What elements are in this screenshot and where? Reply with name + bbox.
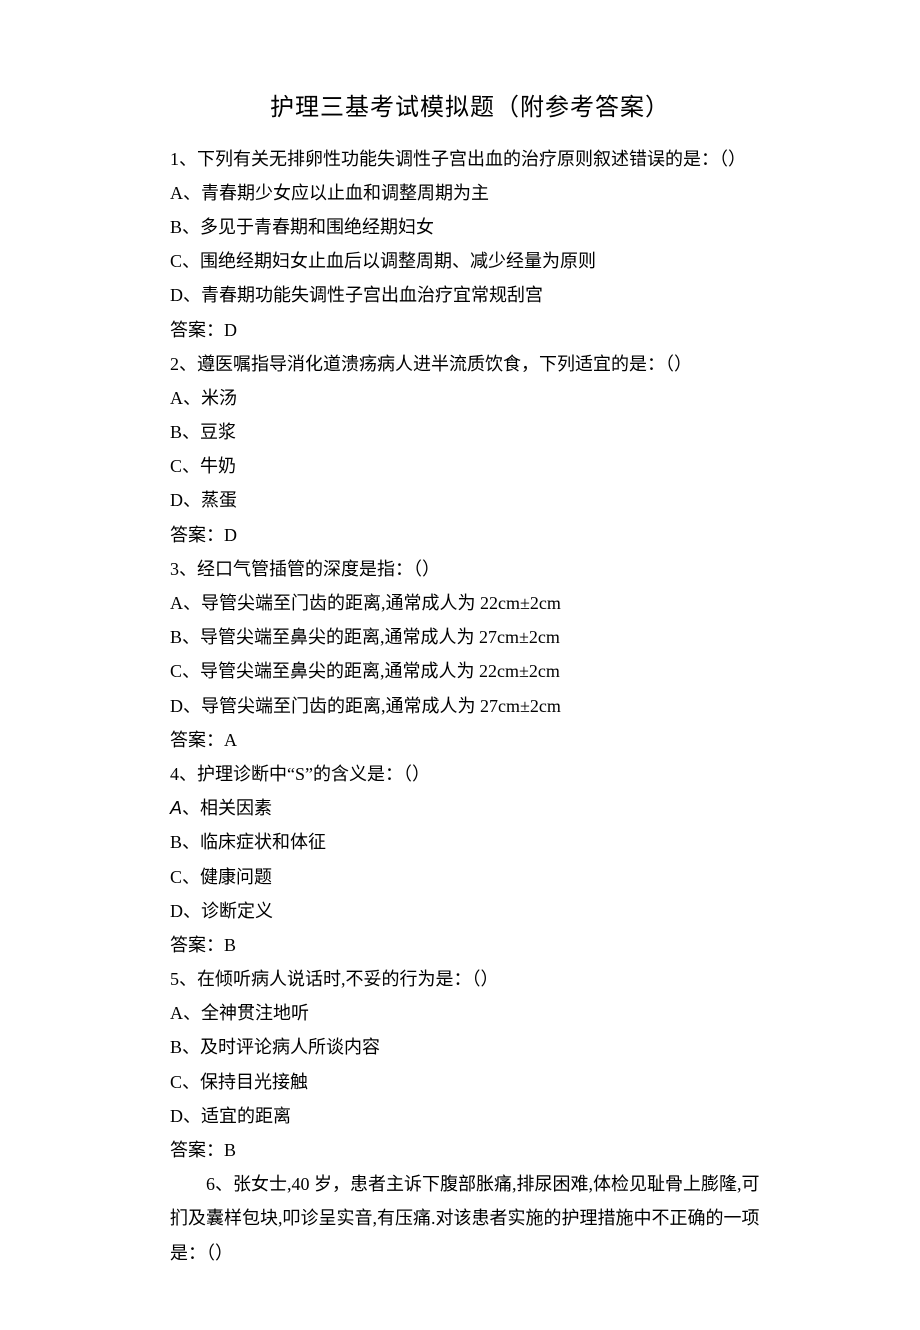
q1-option-c: C、围绝经期妇女止血后以调整周期、减少经量为原则 [170,244,770,278]
question-1: 1、下列有关无排卵性功能失调性子宫出血的治疗原则叙述错误的是：（） A、青春期少… [170,142,770,347]
q2-option-c: C、牛奶 [170,449,770,483]
q4-option-a-letter: A [170,798,182,818]
document-title: 护理三基考试模拟题（附参考答案） [170,86,770,132]
q4-option-a: A、相关因素 [170,791,770,825]
q3-option-a: A、导管尖端至门齿的距离,通常成人为 22cm±2cm [170,586,770,620]
q5-option-d: D、适宜的距离 [170,1099,770,1133]
q3-stem: 3、经口气管插管的深度是指：（） [170,552,770,586]
q4-option-c: C、健康问题 [170,860,770,894]
q5-answer: 答案：B [170,1133,770,1167]
q3-option-b: B、导管尖端至鼻尖的距离,通常成人为 27cm±2cm [170,620,770,654]
q5-option-c: C、保持目光接触 [170,1065,770,1099]
question-4: 4、护理诊断中“S”的含义是：（） A、相关因素 B、临床症状和体征 C、健康问… [170,757,770,962]
q1-answer: 答案：D [170,313,770,347]
q3-option-d: D、导管尖端至门齿的距离,通常成人为 27cm±2cm [170,689,770,723]
q1-option-a: A、青春期少女应以止血和调整周期为主 [170,176,770,210]
q4-stem: 4、护理诊断中“S”的含义是：（） [170,757,770,791]
q1-option-d: D、青春期功能失调性子宫出血治疗宜常规刮宫 [170,278,770,312]
q5-stem: 5、在倾听病人说话时,不妥的行为是：（） [170,962,770,996]
question-6: 6、张女士,40 岁，患者主诉下腹部胀痛,排尿困难,体检见耻骨上膨隆,可 扪及囊… [170,1167,770,1270]
q2-option-b: B、豆浆 [170,415,770,449]
q5-option-b: B、及时评论病人所谈内容 [170,1030,770,1064]
q6-stem-line3: 是：（） [170,1236,770,1270]
q6-stem-line2: 扪及囊样包块,叩诊呈实音,有压痛.对该患者实施的护理措施中不正确的一项 [170,1201,770,1235]
question-2: 2、遵医嘱指导消化道溃疡病人进半流质饮食，下列适宜的是：（） A、米汤 B、豆浆… [170,347,770,552]
q2-option-d: D、蒸蛋 [170,483,770,517]
q2-stem: 2、遵医嘱指导消化道溃疡病人进半流质饮食，下列适宜的是：（） [170,347,770,381]
q4-answer: 答案：B [170,928,770,962]
question-5: 5、在倾听病人说话时,不妥的行为是：（） A、全神贯注地听 B、及时评论病人所谈… [170,962,770,1167]
question-3: 3、经口气管插管的深度是指：（） A、导管尖端至门齿的距离,通常成人为 22cm… [170,552,770,757]
q1-option-b: B、多见于青春期和围绝经期妇女 [170,210,770,244]
q6-stem-line1: 6、张女士,40 岁，患者主诉下腹部胀痛,排尿困难,体检见耻骨上膨隆,可 [170,1167,770,1201]
q2-answer: 答案：D [170,518,770,552]
q3-option-c: C、导管尖端至鼻尖的距离,通常成人为 22cm±2cm [170,654,770,688]
q4-option-a-text: 、相关因素 [182,798,272,818]
q5-option-a: A、全神贯注地听 [170,996,770,1030]
q4-option-b: B、临床症状和体征 [170,825,770,859]
document-page: 护理三基考试模拟题（附参考答案） 1、下列有关无排卵性功能失调性子宫出血的治疗原… [0,0,920,1330]
q4-option-d: D、诊断定义 [170,894,770,928]
q2-option-a: A、米汤 [170,381,770,415]
q3-answer: 答案：A [170,723,770,757]
q1-stem: 1、下列有关无排卵性功能失调性子宫出血的治疗原则叙述错误的是：（） [170,142,770,176]
